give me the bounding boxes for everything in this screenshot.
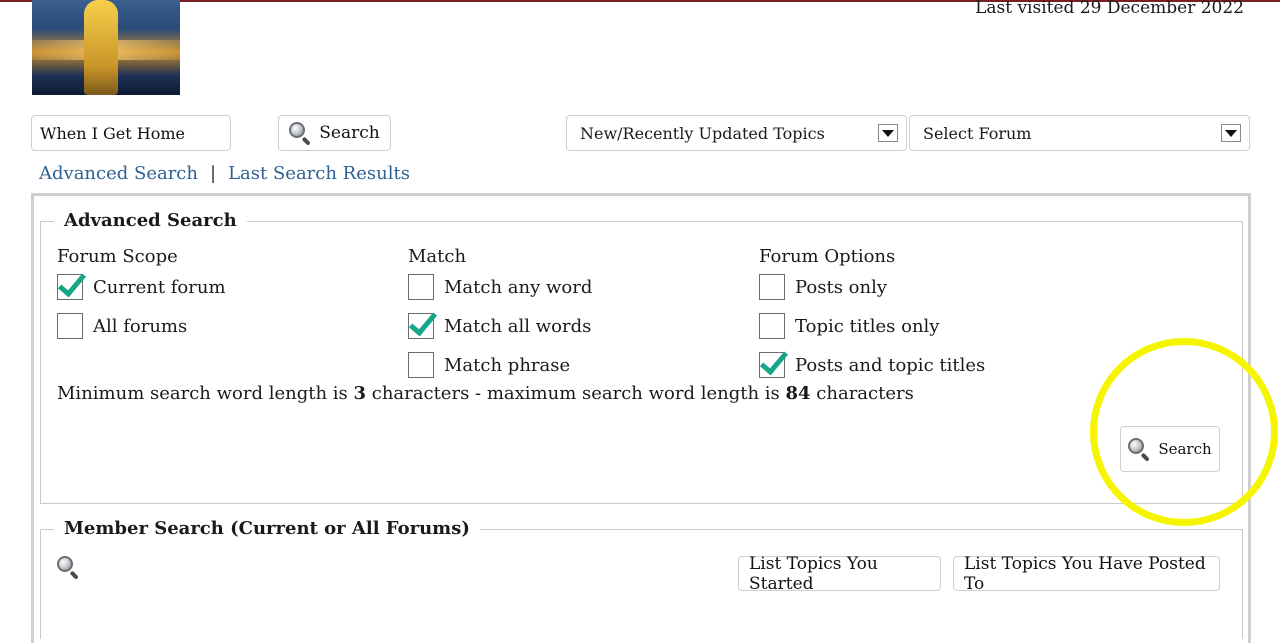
option-posts-only[interactable]: Posts only (759, 274, 887, 300)
checkbox-current-forum[interactable] (57, 274, 83, 300)
list-topics-posted-button[interactable]: List Topics You Have Posted To (953, 553, 1220, 594)
highlight-circle (1090, 338, 1278, 526)
list-topics-started-button[interactable]: List Topics You Started (738, 553, 941, 594)
forum-scope-heading: Forum Scope (57, 246, 178, 267)
user-avatar (32, 0, 180, 95)
advanced-search-legend: Advanced Search (54, 210, 247, 231)
checkbox-match-phrase[interactable] (408, 352, 434, 378)
search-icon (289, 122, 312, 146)
chevron-down-icon[interactable] (878, 124, 898, 142)
option-posts-and-topic-titles[interactable]: Posts and topic titles (759, 352, 985, 378)
option-label: Posts only (795, 276, 888, 298)
forum-select[interactable]: Select Forum (909, 115, 1250, 151)
search-length-info: Minimum search word length is 3 characte… (57, 383, 914, 404)
checkbox-topic-titles-only[interactable] (759, 313, 785, 339)
search-input[interactable] (31, 115, 231, 151)
option-label: Topic titles only (795, 315, 940, 337)
last-visited-text: Last visited 29 December 2022 (975, 0, 1244, 18)
option-label: Match all words (444, 315, 592, 337)
member-search-icon[interactable] (57, 556, 79, 580)
checkbox-all-forums[interactable] (57, 313, 83, 339)
search-links: Advanced Search | Last Search Results (39, 163, 410, 184)
forum-options-heading: Forum Options (759, 246, 896, 267)
option-label: Current forum (93, 276, 226, 298)
option-label: Match phrase (444, 354, 571, 376)
advanced-search-fieldset (40, 221, 1243, 504)
checkbox-posts-and-topic-titles[interactable] (759, 352, 785, 378)
topics-select[interactable]: New/Recently Updated Topics (566, 115, 907, 151)
checkbox-match-all-words[interactable] (408, 313, 434, 339)
option-label: All forums (93, 315, 188, 337)
match-heading: Match (408, 246, 467, 267)
option-label: Posts and topic titles (795, 354, 986, 376)
option-all-forums[interactable]: All forums (57, 313, 187, 339)
advanced-search-link[interactable]: Advanced Search (39, 163, 198, 184)
last-search-results-link[interactable]: Last Search Results (228, 163, 410, 184)
list-topics-started-label: List Topics You Started (749, 553, 878, 594)
checkbox-match-any-word[interactable] (408, 274, 434, 300)
topics-select-value: New/Recently Updated Topics (580, 123, 825, 143)
option-match-any-word[interactable]: Match any word (408, 274, 592, 300)
option-current-forum[interactable]: Current forum (57, 274, 226, 300)
max-length-value: 84 (785, 383, 811, 404)
chevron-down-icon[interactable] (1221, 124, 1241, 142)
link-separator: | (210, 163, 217, 184)
min-length-value: 3 (353, 383, 367, 404)
list-topics-posted-label: List Topics You Have Posted To (964, 553, 1206, 594)
search-button[interactable]: Search (278, 115, 391, 151)
forum-select-value: Select Forum (923, 123, 1032, 143)
option-label: Match any word (444, 276, 593, 298)
checkbox-posts-only[interactable] (759, 274, 785, 300)
search-button-label: Search (319, 123, 380, 143)
member-search-legend: Member Search (Current or All Forums) (54, 518, 480, 539)
option-match-phrase[interactable]: Match phrase (408, 352, 570, 378)
option-topic-titles-only[interactable]: Topic titles only (759, 313, 939, 339)
option-match-all-words[interactable]: Match all words (408, 313, 591, 339)
